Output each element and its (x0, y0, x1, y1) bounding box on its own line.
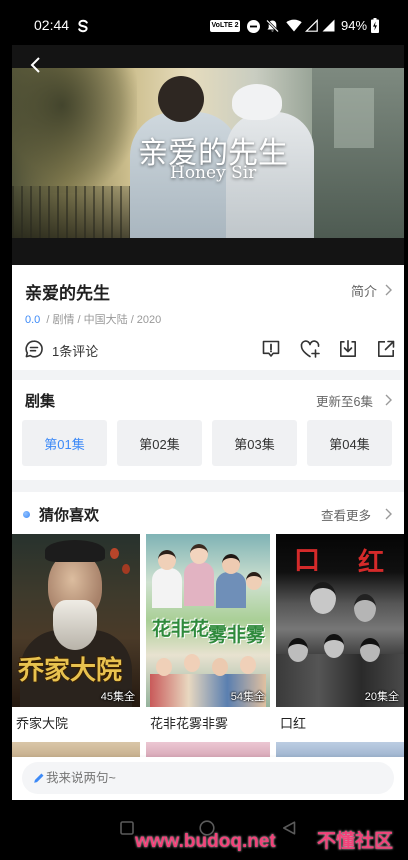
recommend-poster-partial[interactable] (146, 742, 270, 757)
share-icon[interactable] (376, 339, 396, 359)
recommend-more-label: 查看更多 (321, 509, 372, 523)
cast-face (222, 554, 240, 574)
episodes-panel: 剧集 更新至6集 第01集 第02集 第03集 第04集 (12, 380, 404, 480)
recommend-item-title[interactable]: 花非花雾非雾 (150, 713, 228, 732)
cast-face (184, 654, 200, 672)
recommend-item-title[interactable]: 乔家大院 (16, 713, 68, 732)
poster-art-title: 花非花 (152, 618, 210, 640)
recommend-poster[interactable]: 口 红 20集全 (276, 534, 404, 707)
episode-button[interactable]: 第01集 (22, 420, 107, 466)
pencil-icon (34, 773, 44, 783)
episode-count-badge: 20集全 (364, 691, 399, 703)
comment-bar (12, 757, 404, 800)
watermark-name: 不懂社区 (317, 831, 394, 852)
comments-button[interactable]: 1条评论 (24, 339, 104, 359)
recommend-poster-partial[interactable] (12, 742, 140, 757)
report-icon[interactable] (261, 339, 281, 359)
poster-art-title: 雾非雾 (208, 624, 266, 646)
building-window (334, 88, 374, 148)
heart-plus-icon[interactable] (299, 339, 321, 359)
cast-face (240, 656, 256, 674)
episode-button[interactable]: 第04集 (307, 420, 392, 466)
recommend-item-title[interactable]: 口红 (280, 713, 306, 732)
app-notification-icon (78, 19, 88, 33)
lantern (110, 548, 119, 559)
trees-silhouette (12, 68, 137, 193)
section-dot (23, 511, 30, 518)
portrait-hat (45, 540, 105, 562)
section-divider (12, 480, 404, 492)
section-divider (12, 370, 404, 380)
recommend-poster-partial[interactable] (276, 742, 404, 757)
cast-face (246, 572, 262, 590)
cast-body (152, 568, 182, 608)
show-title: 亲爱的先生 (25, 284, 110, 303)
score: 0.0 (25, 314, 41, 326)
video-poster-image: 亲爱的先生 Honey Sir (12, 68, 404, 238)
cast-body (216, 572, 246, 608)
poster-art-title: 口 (294, 546, 321, 576)
video-player[interactable]: 亲爱的先生 Honey Sir (12, 45, 404, 265)
intro-link-label: 简介 (351, 284, 378, 299)
poster-subtitle-art: Honey Sir (170, 163, 257, 183)
cast-face (360, 638, 380, 662)
cast-face (156, 658, 172, 676)
status-time: 02:44 (34, 17, 70, 33)
chevron-left-icon[interactable] (29, 57, 41, 73)
poster-art-title: 红 (358, 548, 385, 578)
cast-face (288, 638, 308, 662)
cast-face (324, 634, 344, 658)
intro-link[interactable]: 简介 (351, 279, 395, 299)
portrait-beard (53, 600, 97, 650)
episodes-update-status: 更新至6集 (316, 395, 373, 409)
signal-icon (322, 19, 335, 32)
lantern (122, 564, 130, 574)
episode-count-badge: 45集全 (100, 691, 135, 703)
recommend-title: 猜你喜欢 (39, 507, 100, 524)
battery-charging-icon (371, 18, 379, 33)
cast-face (158, 550, 176, 570)
status-bar: 02:44 VoLTE 2 94% (0, 0, 408, 45)
chevron-right-icon (385, 394, 392, 406)
cast-face (310, 582, 336, 614)
battery-percent: 94% (341, 18, 368, 33)
poster-art-title: 乔家大院 (18, 656, 123, 686)
do-not-disturb-icon (247, 20, 260, 33)
person-left-head (158, 76, 204, 122)
recommend-more-link[interactable]: 查看更多 (321, 504, 396, 524)
comments-count: 1条评论 (52, 344, 99, 359)
episode-count-badge: 54集全 (230, 691, 265, 703)
cast-face (212, 658, 228, 676)
meta-info: / 剧情 / 中国大陆 / 2020 (46, 314, 162, 326)
episodes-title: 剧集 (25, 393, 56, 410)
watermark: www.budoq.net 不懂社区 (135, 826, 393, 853)
recommend-panel: 猜你喜欢 查看更多 乔家大院 45集全 乔家大院 花非花 雾非雾 54集全 花非… (12, 492, 404, 757)
episode-button[interactable]: 第02集 (117, 420, 202, 466)
comment-input[interactable] (46, 762, 386, 794)
recommend-poster[interactable]: 乔家大院 45集全 (12, 534, 140, 707)
fence (12, 186, 147, 238)
network-badge: VoLTE 2 (210, 20, 240, 32)
comment-input-wrap[interactable] (22, 762, 394, 794)
recommend-poster[interactable]: 花非花 雾非雾 54集全 (146, 534, 270, 707)
comment-icon (25, 340, 43, 358)
download-icon[interactable] (338, 339, 358, 359)
recent-apps-icon[interactable] (120, 821, 134, 835)
watermark-site: www.budoq.net (135, 831, 276, 852)
show-meta: 0.0 / 剧情 / 中国大陆 / 2020 (25, 311, 161, 327)
episodes-update-link[interactable]: 更新至6集 (316, 390, 396, 410)
cast-body (184, 562, 214, 606)
cast-face (354, 594, 376, 622)
person-right-cap (232, 84, 282, 120)
system-nav-bar: www.budoq.net 不懂社区 (0, 800, 408, 860)
episode-button[interactable]: 第03集 (212, 420, 297, 466)
chevron-right-icon (385, 508, 392, 520)
chevron-right-icon (385, 284, 392, 296)
detail-panel: 亲爱的先生 简介 0.0 / 剧情 / 中国大陆 / 2020 1条评论 (12, 265, 404, 370)
mute-icon (266, 19, 279, 33)
cast-face (190, 544, 208, 564)
wifi-icon (286, 19, 302, 32)
signal-icon (305, 19, 318, 32)
